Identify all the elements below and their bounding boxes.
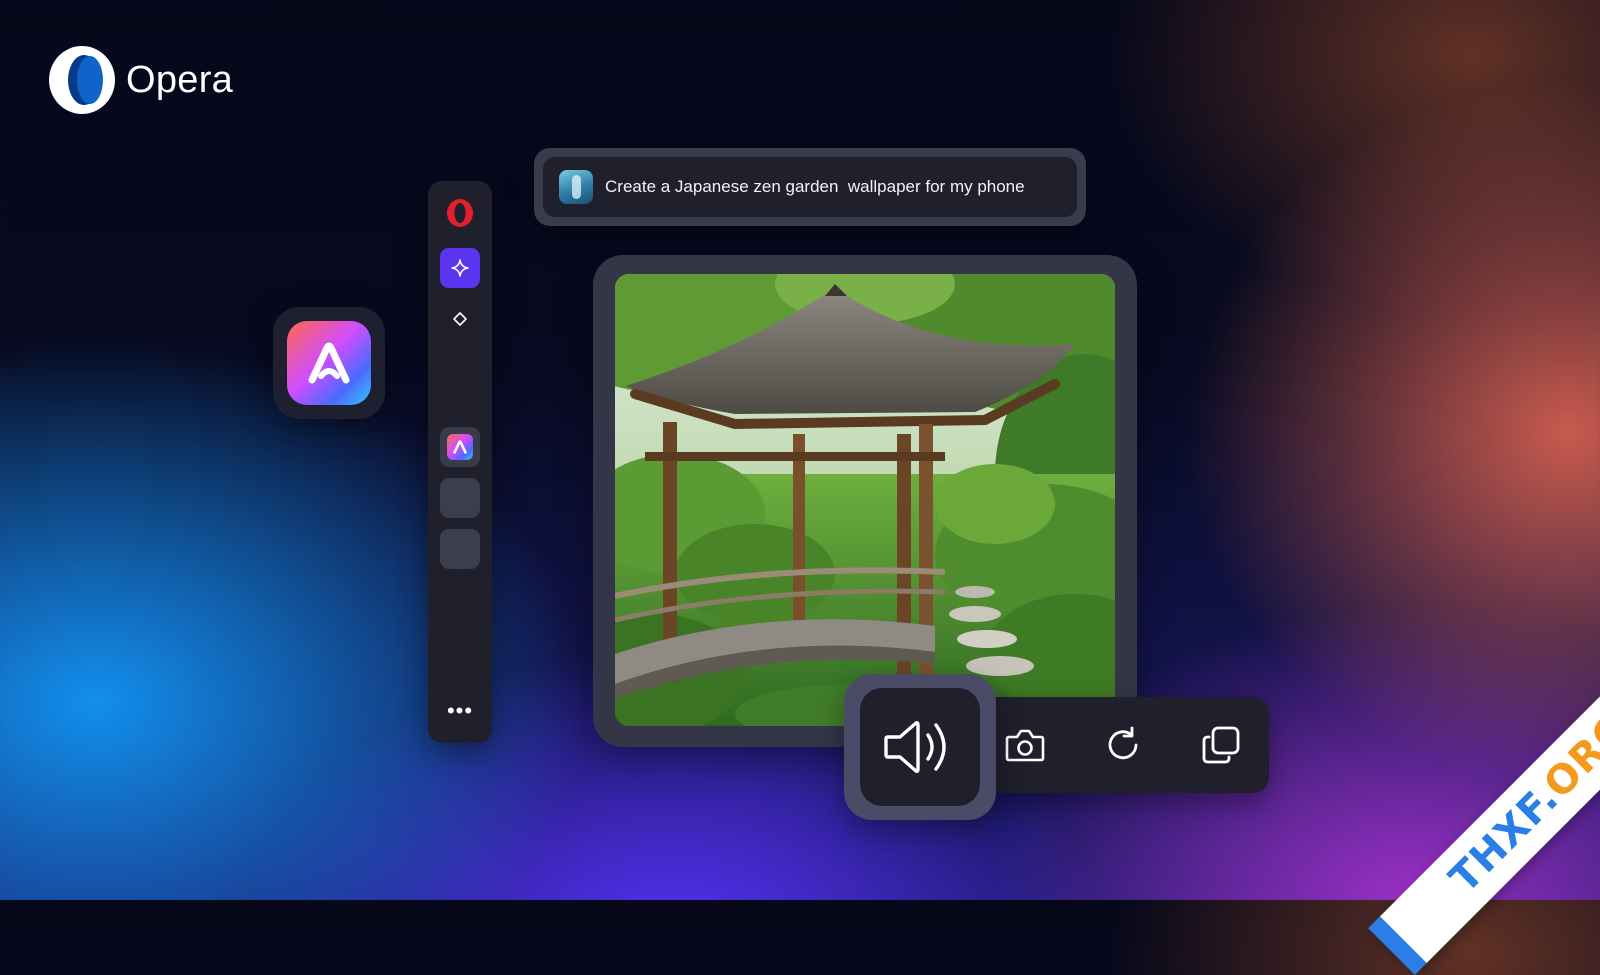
aria-app-small-icon [447, 434, 473, 460]
aria-sparkle-icon [451, 259, 469, 277]
user-avatar [559, 170, 593, 204]
generated-image[interactable] [615, 274, 1115, 726]
zen-garden-image [615, 274, 1115, 726]
copy-button[interactable] [1197, 721, 1245, 769]
opera-logo-icon [49, 46, 115, 114]
sidebar-item-opera[interactable] [440, 193, 480, 233]
brand-name: Opera [126, 58, 234, 101]
prompt-text: Create a Japanese zen garden wallpaper f… [605, 177, 1025, 196]
sidebar-item-aria[interactable] [440, 248, 480, 288]
watermark-text: THXF.ORG [1441, 704, 1600, 902]
sidebar-item-blank[interactable] [440, 478, 480, 518]
diamond-icon [453, 312, 467, 326]
sidebar-more-button[interactable]: ••• [440, 691, 480, 731]
generated-image-card [593, 255, 1137, 747]
aria-app-icon [287, 321, 371, 405]
read-aloud-button[interactable] [860, 688, 980, 806]
watermark-ribbon: THXF.ORG [1368, 631, 1600, 975]
opera-icon [447, 199, 473, 227]
prompt-bubble[interactable]: Create a Japanese zen garden wallpaper f… [543, 157, 1077, 217]
opera-brand: Opera [46, 44, 233, 116]
prompt-bar: Create a Japanese zen garden wallpaper f… [534, 148, 1086, 226]
sidebar-item-diamond[interactable] [440, 299, 480, 339]
screenshot-button[interactable] [1001, 721, 1049, 769]
camera-icon [1005, 729, 1045, 762]
speaker-icon [884, 721, 946, 773]
regenerate-button[interactable] [1099, 721, 1147, 769]
speaker-highlight [844, 674, 996, 820]
sidebar-item-aria-app[interactable] [440, 427, 480, 467]
refresh-icon [1108, 726, 1138, 760]
browser-sidebar: ••• [428, 181, 492, 743]
sidebar-item-blank[interactable] [440, 529, 480, 569]
image-action-toolbar [975, 697, 1269, 793]
copy-icon [1202, 726, 1240, 764]
aria-app-launcher[interactable] [273, 307, 385, 419]
